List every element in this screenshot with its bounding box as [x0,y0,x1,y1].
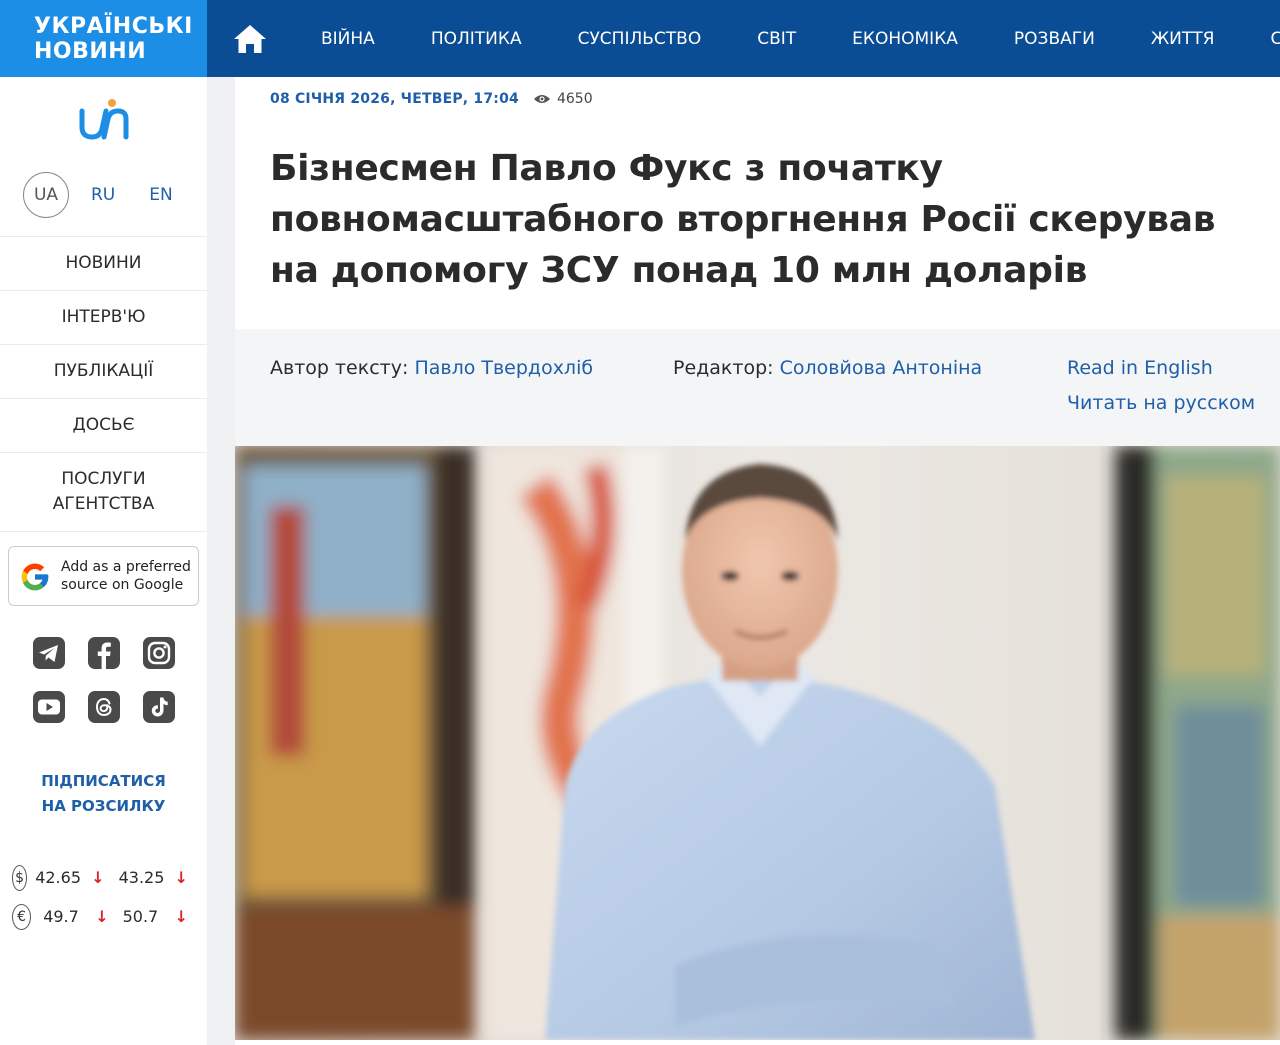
author-credit: Автор тексту: Павло Твердохліб [270,357,593,379]
read-in-english-link[interactable]: Read in English [1067,357,1213,379]
nav-life[interactable]: ЖИТТЯ [1123,29,1243,49]
rate-row-eur: € 49.7 ↓ 50.7 ↓ [12,897,202,936]
sidebar-divider [207,77,235,1045]
main-nav: ВІЙНА ПОЛІТИКА СУСПІЛЬСТВО СВІТ ЕКОНОМІК… [293,0,1280,77]
editor-credit: Редактор: Соловйова Антоніна [673,357,982,379]
telegram-icon[interactable] [33,637,65,669]
currency-rates: $ 42.65 ↓ 43.25 ↓ € 49.7 ↓ 50.7 ↓ [12,858,202,936]
google-icon [21,563,49,591]
logo-line-2: НОВИНИ [34,39,147,64]
nav-war[interactable]: ВІЙНА [293,29,403,49]
site-logo[interactable]: УКРАЇНСЬКІ НОВИНИ [0,0,207,77]
lang-ua[interactable]: UA [23,172,69,218]
nav-politics[interactable]: ПОЛІТИКА [403,29,550,49]
article-date: 08 СІЧНЯ 2026, ЧЕТВЕР, 17:04 [270,91,519,107]
sidebar-item-agency-services[interactable]: ПОСЛУГИ АГЕНТСТВА [0,452,207,532]
dollar-icon: $ [12,864,28,891]
eye-icon [533,95,550,103]
google-pref-line-1: Add as a preferred [61,559,191,575]
instagram-icon[interactable] [143,637,175,669]
sidebar-item-dossier[interactable]: ДОСЬЄ [0,398,207,452]
threads-icon[interactable] [88,691,120,723]
sidebar-item-agency-services-label: ПОСЛУГИ АГЕНТСТВА [52,469,155,514]
arrow-down-icon: ↓ [174,907,188,926]
author-label: Автор тексту: [270,357,409,379]
logo-line-1: УКРАЇНСЬКІ [34,14,193,39]
usd-buy: 42.65 [35,868,81,887]
usd-sell: 43.25 [118,868,165,887]
subscribe-newsletter-link[interactable]: ПІДПИСАТИСЯ НА РОЗСИЛКУ [0,769,207,819]
article-photo-illustration [235,446,1280,1040]
arrow-down-icon: ↓ [91,868,105,887]
editor-link[interactable]: Соловйова Антоніна [780,357,983,379]
rate-row-usd: $ 42.65 ↓ 43.25 ↓ [12,858,202,897]
subscribe-label: ПІДПИСАТИСЯ НА РОЗСИЛКУ [41,772,166,815]
language-switcher: UA RU EN [23,172,173,218]
home-icon[interactable] [233,23,267,55]
article-credits: Автор тексту: Павло Твердохліб Редактор:… [235,329,1280,446]
tiktok-icon[interactable] [143,691,175,723]
google-pref-line-2: source on Google [61,577,184,593]
sidebar-item-interview[interactable]: ІНТЕРВ'Ю [0,290,207,344]
eur-buy: 49.7 [43,907,79,926]
editor-label: Редактор: [673,357,774,379]
arrow-down-icon: ↓ [95,907,109,926]
youtube-icon[interactable] [33,691,65,723]
lang-ru[interactable]: RU [91,185,115,205]
nav-economy[interactable]: ЕКОНОМІКА [824,29,986,49]
sidebar-item-news[interactable]: НОВИНИ [0,236,207,290]
nav-world[interactable]: СВІТ [729,29,824,49]
arrow-down-icon: ↓ [174,868,188,887]
nav-entertainment[interactable]: РОЗВАГИ [986,29,1123,49]
google-preferred-source-button[interactable]: Add as a preferred source on Google [8,546,199,606]
sidebar-menu: НОВИНИ ІНТЕРВ'Ю ПУБЛІКАЦІЇ ДОСЬЄ ПОСЛУГИ… [0,236,207,532]
article-title: Бізнесмен Павло Фукс з початку повномасш… [270,148,1216,291]
view-count: 4650 [556,91,593,107]
social-links [33,637,175,745]
article-meta: 08 СІЧНЯ 2026, ЧЕТВЕР, 17:04 4650 [270,91,593,107]
lang-en[interactable]: EN [149,185,172,205]
euro-icon: € [12,903,32,930]
facebook-icon[interactable] [88,637,120,669]
nav-more[interactable]: СП [1242,29,1280,49]
brand-mark-icon[interactable] [74,97,134,145]
article-photo [235,446,1280,1040]
top-navigation-bar: УКРАЇНСЬКІ НОВИНИ ВІЙНА ПОЛІТИКА СУСПІЛЬ… [0,0,1280,77]
nav-society[interactable]: СУСПІЛЬСТВО [550,29,730,49]
eur-sell: 50.7 [122,907,159,926]
read-in-russian-link[interactable]: Читать на русском [1067,392,1255,414]
author-link[interactable]: Павло Твердохліб [414,357,593,379]
sidebar: UA RU EN НОВИНИ ІНТЕРВ'Ю ПУБЛІКАЦІЇ ДОСЬ… [0,77,207,1045]
sidebar-item-publications[interactable]: ПУБЛІКАЦІЇ [0,344,207,398]
